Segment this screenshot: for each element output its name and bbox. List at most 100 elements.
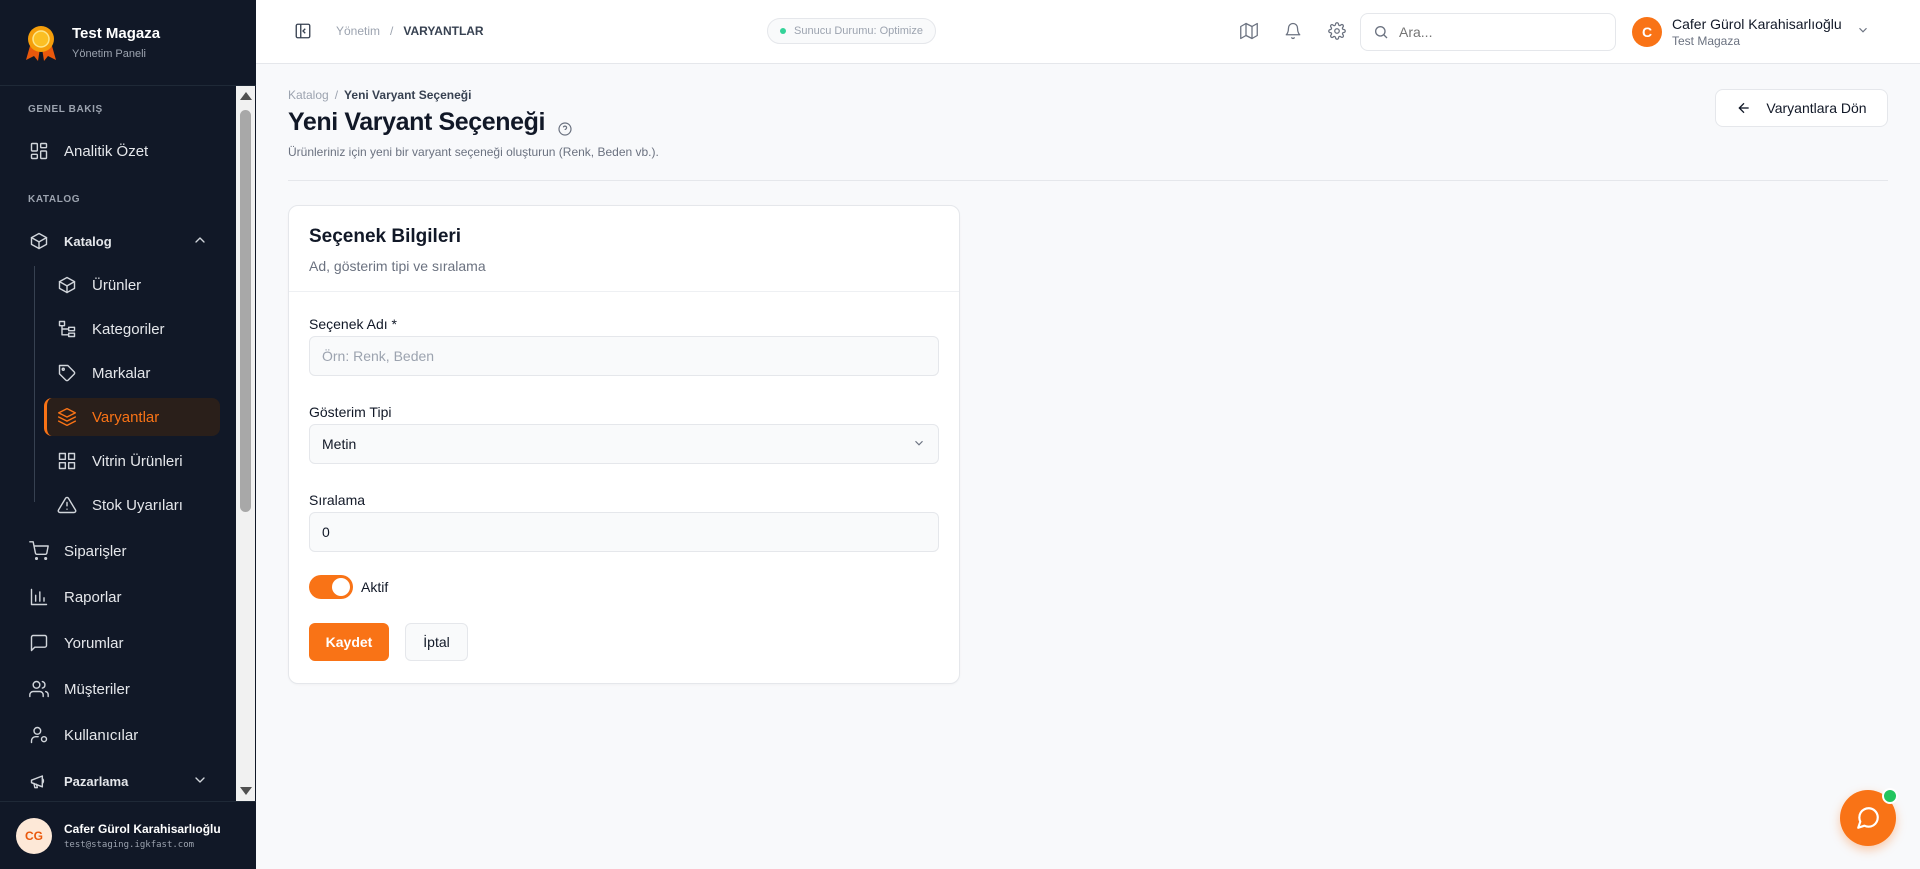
dashboard-icon [28,140,50,162]
page-title: Yeni Varyant Seçeneği [288,108,546,136]
option-name-label: Seçenek Adı * [309,316,397,332]
sidebar-item-brands[interactable]: Markalar [56,354,216,392]
arrow-left-icon [1738,102,1750,114]
search-input[interactable] [1399,24,1599,40]
scrollbar-thumb[interactable] [240,110,251,512]
toggle-knob [332,578,350,596]
box-icon [28,230,50,252]
option-name-field[interactable] [309,336,939,376]
sidebar-user-card[interactable]: CG Cafer Gürol Karahisarlıoğlu test@stag… [0,801,256,869]
section-overview: GENEL BAKIŞ [28,104,103,115]
award-logo-icon [26,25,56,61]
map-button[interactable] [1240,22,1260,42]
active-toggle[interactable] [309,575,353,599]
sidebar-item-label: Ürünler [92,276,142,294]
search-box[interactable] [1360,13,1616,51]
grid-icon [56,450,78,472]
sidebar-item-customers[interactable]: Müşteriler [28,670,218,708]
order-label: Sıralama [309,492,366,508]
box-icon [56,274,78,296]
sidebar-item-reviews[interactable]: Yorumlar [28,624,218,662]
map-icon [1240,22,1258,40]
profile-menu[interactable]: C Cafer Gürol Karahisarlıoğlu Test Magaz… [1632,16,1870,48]
sidebar-scrollbar[interactable] [236,86,255,801]
sidebar-item-orders[interactable]: Siparişler [28,532,218,570]
page-breadcrumb: Katalog / Yeni Varyant Seçeneği [288,88,471,102]
settings-button[interactable] [1328,22,1348,42]
layers-icon [56,406,78,428]
profile-store: Test Magaza [1672,34,1741,48]
submenu-line [34,266,35,502]
user-email: test@staging.igkfast.com [64,839,195,850]
breadcrumb-separator: / [390,24,394,38]
order-field[interactable]: 0 [309,512,939,552]
users-icon [28,678,50,700]
scroll-down-icon[interactable] [240,787,252,795]
topbar: Yönetim / VARYANTLAR Sunucu Durumu: Opti… [256,0,1920,64]
sidebar: Test Magaza Yönetim Paneli GENEL BAKIŞ A… [0,0,256,869]
chat-bubble-icon [1857,807,1879,829]
back-to-variants-button[interactable]: Varyantlara Dön [1715,89,1888,127]
bell-icon [1285,22,1301,40]
comment-icon [28,632,50,654]
megaphone-icon [28,770,50,792]
sidebar-item-categories[interactable]: Kategoriler [56,310,216,348]
sidebar-item-stock-alerts[interactable]: Stok Uyarıları [56,486,216,524]
avatar: C [1632,17,1662,47]
notifications-button[interactable] [1284,22,1304,42]
search-icon [1375,26,1388,39]
sidebar-item-variants[interactable]: Varyantlar [44,398,220,436]
header-divider [288,180,1888,181]
sidebar-item-label: Stok Uyarıları [92,496,183,514]
back-button-label: Varyantlara Dön [1766,100,1867,116]
sidebar-item-label: Kategoriler [92,320,165,338]
breadcrumb-parent[interactable]: Katalog [288,88,329,102]
chevron-down-icon [912,436,926,453]
card-title: Seçenek Bilgileri [309,226,462,247]
breadcrumb: Yönetim / VARYANTLAR [336,24,484,38]
card-subtitle: Ad, gösterim tipi ve sıralama [309,258,486,274]
sidebar-item-label: Pazarlama [64,773,129,789]
sidebar-toggle-button[interactable] [294,22,314,42]
cancel-button[interactable]: İptal [405,623,468,661]
page-description: Ürünleriniz için yeni bir varyant seçene… [288,145,659,159]
sidebar-item-analytics[interactable]: Analitik Özet [28,132,218,170]
sidebar-item-label: Müşteriler [64,680,130,698]
tag-icon [56,362,78,384]
sidebar-item-label: Siparişler [64,542,127,560]
order-value[interactable]: 0 [322,524,330,540]
option-name-input[interactable] [322,348,926,364]
active-label: Aktif [361,579,389,595]
sidebar-item-showcase[interactable]: Vitrin Ürünleri [56,442,216,480]
sidebar-item-users[interactable]: Kullanıcılar [28,716,218,754]
status-dot-icon [780,28,786,34]
gear-icon [1328,22,1346,40]
display-type-label: Gösterim Tipi [309,404,392,420]
option-form-card: Seçenek Bilgileri Ad, gösterim tipi ve s… [288,205,960,684]
section-catalog: KATALOG [28,194,81,205]
sidebar-item-label: Kullanıcılar [64,726,139,744]
sidebar-item-products[interactable]: Ürünler [56,266,216,304]
display-type-select[interactable]: Metin [309,424,939,464]
sidebar-item-label: Varyantlar [92,408,160,426]
help-circle-icon[interactable] [557,115,573,136]
tree-icon [56,318,78,340]
chevron-down-icon [1856,23,1870,42]
scroll-up-icon[interactable] [240,92,252,100]
breadcrumb-parent[interactable]: Yönetim [336,24,380,38]
user-gear-icon [28,724,50,746]
user-name: Cafer Gürol Karahisarlıoğlu [64,821,221,836]
sidebar-item-catalog[interactable]: Katalog [28,222,208,260]
brand-header[interactable]: Test Magaza Yönetim Paneli [0,0,256,86]
brand-name: Test Magaza [72,25,161,42]
breadcrumb-current: Yeni Varyant Seçeneği [344,88,472,102]
sidebar-item-marketing[interactable]: Pazarlama [28,762,208,800]
sidebar-nav: GENEL BAKIŞ Analitik Özet KATALOG Katalo… [0,86,236,801]
sidebar-item-reports[interactable]: Raporlar [28,578,218,616]
online-badge [1882,788,1898,804]
chart-icon [28,586,50,608]
sidebar-item-label: Yorumlar [64,634,124,652]
chevron-up-icon [192,232,208,251]
sidebar-item-label: Raporlar [64,588,122,606]
save-button[interactable]: Kaydet [309,623,389,661]
